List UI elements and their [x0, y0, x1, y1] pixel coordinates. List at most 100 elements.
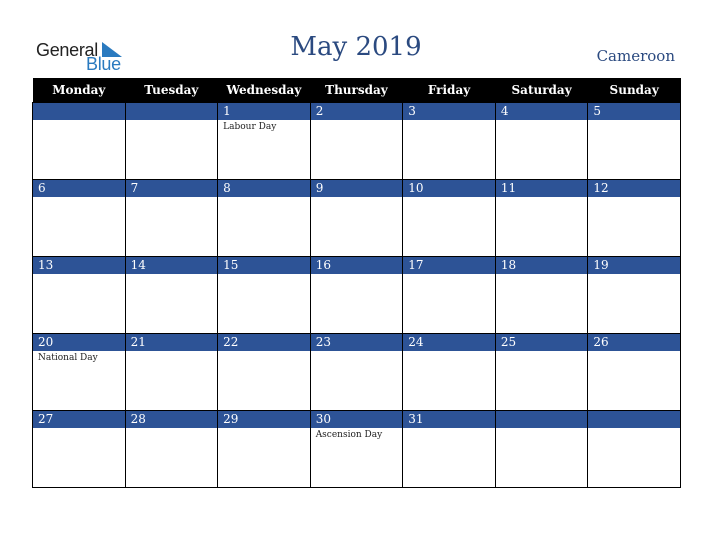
- holiday-label: [218, 274, 310, 276]
- day-number: 12: [588, 180, 680, 197]
- day-cell[interactable]: 8: [217, 179, 311, 257]
- holiday-label: [126, 274, 218, 276]
- holiday-label: [588, 351, 680, 353]
- day-cell[interactable]: 31: [402, 410, 496, 488]
- holiday-label: [33, 120, 125, 122]
- day-number: [495, 411, 588, 428]
- day-cell[interactable]: 4: [494, 102, 589, 180]
- day-number: 29: [218, 411, 310, 428]
- day-number: 14: [125, 257, 218, 274]
- holiday-label: [588, 274, 680, 276]
- day-cell[interactable]: 26: [587, 333, 681, 411]
- week-row: 27 28 29 30 Ascension Day 31: [32, 410, 681, 488]
- holiday-label: [126, 120, 218, 122]
- day-number: [125, 103, 218, 120]
- day-number: 7: [125, 180, 218, 197]
- day-cell[interactable]: 21: [124, 333, 219, 411]
- holiday-label: [403, 197, 495, 199]
- day-cell[interactable]: 14: [124, 256, 219, 334]
- holiday-label: [311, 197, 403, 199]
- holiday-label: [496, 274, 588, 276]
- holiday-label: Ascension Day: [315, 430, 383, 440]
- day-number: 19: [588, 257, 680, 274]
- day-number: 30: [310, 411, 403, 428]
- day-number: 24: [403, 334, 495, 351]
- weekday-header: Sunday: [587, 78, 681, 103]
- day-number: 9: [310, 180, 403, 197]
- weekday-header: Thursday: [310, 78, 403, 103]
- holiday-label: [496, 428, 588, 430]
- day-cell[interactable]: 27: [32, 410, 126, 488]
- day-number: 3: [403, 103, 495, 120]
- day-number: 27: [33, 411, 125, 428]
- day-cell[interactable]: [494, 410, 589, 488]
- holiday-label: [311, 274, 403, 276]
- day-number: 1: [218, 103, 310, 120]
- day-cell[interactable]: [587, 410, 681, 488]
- country-label: Cameroon: [596, 47, 675, 65]
- holiday-label: [311, 120, 403, 122]
- day-cell[interactable]: 24: [402, 333, 496, 411]
- day-number: [588, 411, 680, 428]
- holiday-label: [496, 120, 588, 122]
- holiday-label: [496, 351, 588, 353]
- day-cell[interactable]: 16: [309, 256, 404, 334]
- day-cell[interactable]: 30 Ascension Day: [309, 410, 404, 488]
- day-cell[interactable]: 13: [32, 256, 126, 334]
- holiday-label: [126, 428, 218, 430]
- day-cell[interactable]: 12: [587, 179, 681, 257]
- day-cell[interactable]: 25: [494, 333, 589, 411]
- day-cell[interactable]: 22: [217, 333, 311, 411]
- day-cell[interactable]: 28: [124, 410, 219, 488]
- day-cell[interactable]: 2: [309, 102, 404, 180]
- holiday-label: [496, 197, 588, 199]
- day-number: 13: [33, 257, 125, 274]
- day-cell[interactable]: 11: [494, 179, 589, 257]
- holiday-label: [311, 351, 403, 353]
- day-cell[interactable]: 5: [587, 102, 681, 180]
- day-cell[interactable]: 6: [32, 179, 126, 257]
- day-number: 21: [125, 334, 218, 351]
- day-cell[interactable]: 1 Labour Day: [217, 102, 311, 180]
- calendar-grid: Monday Tuesday Wednesday Thursday Friday…: [32, 78, 681, 488]
- holiday-label: [218, 351, 310, 353]
- day-number: 11: [495, 180, 588, 197]
- day-number: 28: [125, 411, 218, 428]
- weekday-header-row: Monday Tuesday Wednesday Thursday Friday…: [32, 78, 681, 103]
- day-number: 26: [588, 334, 680, 351]
- day-cell[interactable]: 17: [402, 256, 496, 334]
- holiday-label: [33, 274, 125, 276]
- holiday-label: Labour Day: [223, 122, 277, 132]
- day-number: [33, 103, 125, 120]
- day-number: 5: [588, 103, 680, 120]
- day-cell[interactable]: [124, 102, 219, 180]
- holiday-label: [33, 197, 125, 199]
- holiday-label: [403, 351, 495, 353]
- day-number: 2: [310, 103, 403, 120]
- holiday-label: [588, 120, 680, 122]
- day-cell[interactable]: 3: [402, 102, 496, 180]
- week-row: 20 National Day 21 22 23 24 25 26: [32, 333, 681, 411]
- day-number: 8: [218, 180, 310, 197]
- day-cell[interactable]: 15: [217, 256, 311, 334]
- holiday-label: [588, 197, 680, 199]
- day-cell[interactable]: 9: [309, 179, 404, 257]
- holiday-label: [403, 428, 495, 430]
- day-number: 22: [218, 334, 310, 351]
- day-cell[interactable]: 10: [402, 179, 496, 257]
- week-row: 13 14 15 16 17 18 19: [32, 256, 681, 334]
- day-cell[interactable]: 7: [124, 179, 219, 257]
- day-number: 25: [495, 334, 588, 351]
- day-number: 23: [310, 334, 403, 351]
- day-cell[interactable]: 20 National Day: [32, 333, 126, 411]
- day-cell[interactable]: [32, 102, 126, 180]
- week-row: 1 Labour Day 2 3 4 5: [32, 102, 681, 180]
- day-number: 15: [218, 257, 310, 274]
- holiday-label: [218, 428, 310, 430]
- day-cell[interactable]: 29: [217, 410, 311, 488]
- weekday-header: Wednesday: [217, 78, 311, 103]
- day-cell[interactable]: 19: [587, 256, 681, 334]
- day-cell[interactable]: 23: [309, 333, 404, 411]
- day-cell[interactable]: 18: [494, 256, 589, 334]
- weekday-header: Friday: [402, 78, 496, 103]
